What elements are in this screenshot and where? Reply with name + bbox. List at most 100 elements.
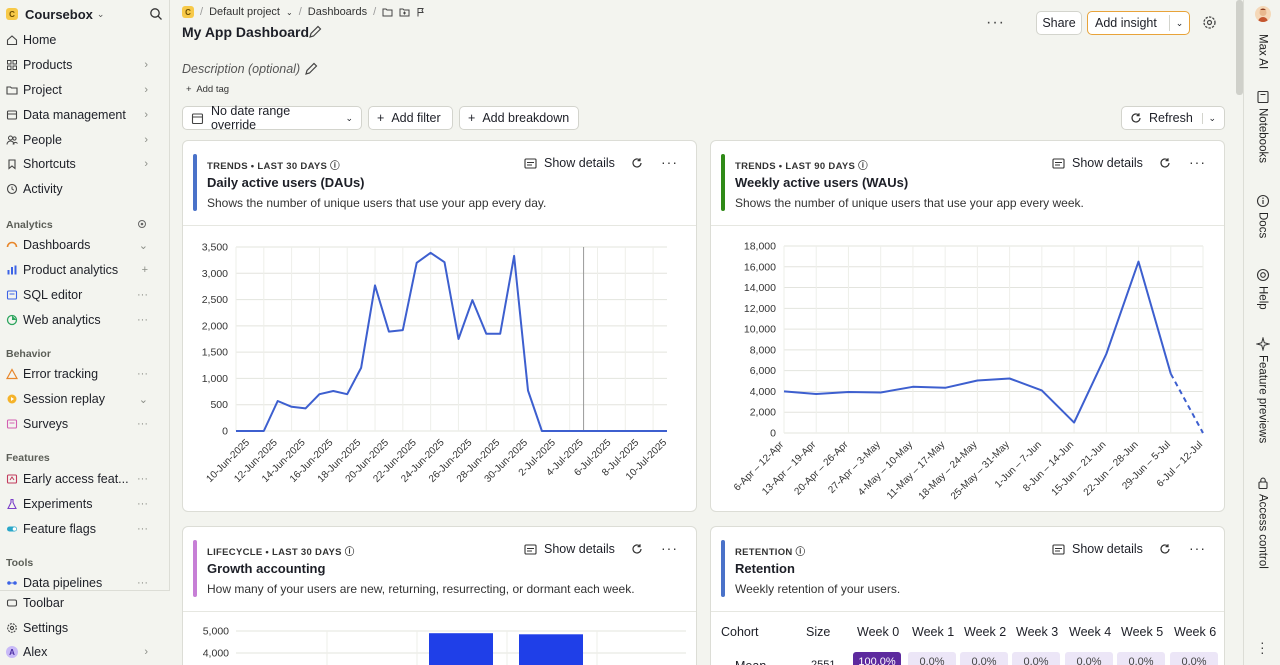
- more-options-icon[interactable]: ···: [661, 154, 678, 170]
- sidebar-item-session-replay[interactable]: Session replay ⌄: [0, 388, 170, 410]
- sidebar-item-surveys[interactable]: Surveys ···: [0, 413, 170, 435]
- y-tick-label: 2,000: [202, 320, 228, 332]
- item-trailing-control[interactable]: ›: [144, 134, 148, 146]
- chevron-down-icon: ⌄: [286, 7, 293, 17]
- flag-icon[interactable]: [416, 7, 426, 17]
- add-tag-button[interactable]: + Add tag: [186, 84, 229, 95]
- show-details-button[interactable]: Show details: [524, 156, 615, 170]
- sidebar-item-activity[interactable]: Activity: [0, 178, 170, 200]
- sidebar-item-dashboards[interactable]: Dashboards ⌄: [0, 234, 170, 256]
- sidebar-item-experiments[interactable]: Experiments ···: [0, 493, 170, 515]
- rail-notebooks[interactable]: Notebooks: [1244, 90, 1280, 163]
- retention-cell: 0.0%: [908, 652, 956, 665]
- add-breakdown-button[interactable]: + Add breakdown: [459, 106, 579, 130]
- retention-header: Week 1: [912, 625, 955, 639]
- item-trailing-control[interactable]: ›: [144, 59, 148, 71]
- chevron-down-icon[interactable]: ⌄: [1169, 15, 1189, 31]
- sidebar-item-label: Activity: [23, 182, 63, 196]
- sidebar-item-error-tracking[interactable]: Error tracking ···: [0, 363, 170, 385]
- rail-label: Docs: [1256, 212, 1269, 239]
- item-trailing-control[interactable]: ›: [144, 158, 148, 170]
- sidebar-item-shortcuts[interactable]: Shortcuts ›: [0, 153, 170, 175]
- rail-max-ai[interactable]: Max AI: [1244, 30, 1280, 69]
- breadcrumb: C / Default project ⌄ / Dashboards /: [182, 6, 426, 18]
- card-title[interactable]: Retention: [735, 561, 795, 576]
- item-trailing-control[interactable]: ···: [137, 314, 148, 326]
- item-trailing-control[interactable]: ···: [137, 577, 148, 589]
- item-trailing-control[interactable]: ⌄: [139, 239, 148, 252]
- sidebar-item-people[interactable]: People ›: [0, 129, 170, 151]
- sidebar-item-sql-editor[interactable]: SQL editor ···: [0, 284, 170, 306]
- sidebar-item-settings[interactable]: Settings: [0, 617, 170, 639]
- show-details-button[interactable]: Show details: [524, 542, 615, 556]
- sidebar-item-feature-flags[interactable]: Feature flags ···: [0, 518, 170, 540]
- rail-feature-previews[interactable]: Feature previews: [1244, 337, 1280, 443]
- folder-plus-icon[interactable]: [399, 7, 410, 17]
- item-trailing-control[interactable]: ···: [137, 498, 148, 510]
- show-details-button[interactable]: Show details: [1052, 156, 1143, 170]
- card-kicker: TRENDS • LAST 30 DAYS ⓘ: [207, 161, 340, 172]
- y-tick-label: 18,000: [744, 241, 776, 253]
- item-trailing-control[interactable]: ⌄: [139, 393, 148, 406]
- gear-icon: [6, 622, 18, 634]
- pencil-icon[interactable]: [308, 25, 322, 39]
- sidebar-item-web-analytics[interactable]: Web analytics ···: [0, 309, 170, 331]
- item-trailing-control[interactable]: ···: [137, 523, 148, 535]
- gear-icon[interactable]: [1202, 15, 1217, 30]
- retention-cell: 100.0%: [853, 652, 901, 665]
- rail-help[interactable]: Help: [1244, 268, 1280, 310]
- pencil-icon[interactable]: [304, 62, 318, 76]
- y-tick-label: 1,500: [202, 347, 228, 359]
- x-tick-label: 25-May – 31-May: [949, 439, 1012, 502]
- sidebar-item-product-analytics[interactable]: Product analytics +: [0, 259, 170, 281]
- org-switcher[interactable]: C Coursebox ⌄: [0, 0, 169, 28]
- refresh-icon[interactable]: [631, 157, 643, 169]
- refresh-icon[interactable]: [1159, 543, 1171, 555]
- more-options-icon[interactable]: ···: [986, 14, 1005, 32]
- add-filter-button[interactable]: + Add filter: [368, 106, 453, 130]
- sidebar-item-data-management[interactable]: Data management ›: [0, 104, 170, 126]
- sidebar-item-products[interactable]: Products ›: [0, 54, 170, 76]
- rail-docs[interactable]: Docs: [1244, 194, 1280, 238]
- sidebar-item-account[interactable]: A Alex ›: [0, 641, 170, 663]
- more-options-icon[interactable]: ···: [1189, 154, 1206, 170]
- add-insight-button[interactable]: Add insight ⌄: [1087, 11, 1190, 35]
- breadcrumb-project[interactable]: Default project: [209, 6, 280, 18]
- date-range-select[interactable]: No date range override ⌄: [182, 104, 362, 132]
- item-trailing-control[interactable]: +: [142, 264, 148, 276]
- y-tick-label: 500: [210, 399, 228, 411]
- rail-access-control[interactable]: Access control: [1244, 476, 1280, 569]
- sidebar-item-label: Dashboards: [23, 238, 91, 252]
- breadcrumb-dashboards[interactable]: Dashboards: [308, 6, 367, 18]
- card-title[interactable]: Daily active users (DAUs): [207, 175, 365, 190]
- refresh-button[interactable]: Refresh ⌄: [1121, 106, 1225, 130]
- chevron-down-icon[interactable]: ⌄: [1202, 112, 1216, 124]
- scrollbar[interactable]: [1236, 0, 1243, 95]
- card-title[interactable]: Growth accounting: [207, 561, 325, 576]
- item-trailing-control[interactable]: ›: [144, 109, 148, 121]
- item-trailing-control[interactable]: ···: [137, 473, 148, 485]
- sidebar-item-toolbar[interactable]: Toolbar: [0, 592, 170, 614]
- item-trailing-control[interactable]: ›: [144, 84, 148, 96]
- more-options-icon[interactable]: ···: [661, 540, 678, 556]
- max-ai-avatar[interactable]: [1255, 6, 1271, 22]
- more-options-icon[interactable]: ···: [1189, 540, 1206, 556]
- more-vertical-icon[interactable]: · · ·: [1260, 635, 1265, 659]
- card-title[interactable]: Weekly active users (WAUs): [735, 175, 908, 190]
- show-details-label: Show details: [1072, 542, 1143, 556]
- item-trailing-control[interactable]: ···: [137, 289, 148, 301]
- folder-open-icon[interactable]: [382, 7, 393, 17]
- chevron-right-icon: ›: [144, 646, 148, 658]
- settings-icon[interactable]: [137, 219, 147, 229]
- search-icon[interactable]: [149, 7, 163, 21]
- item-trailing-control[interactable]: ···: [137, 418, 148, 430]
- refresh-icon[interactable]: [631, 543, 643, 555]
- sidebar-item-home[interactable]: Home: [0, 29, 170, 51]
- description-field[interactable]: Description (optional): [182, 62, 300, 76]
- sidebar-item-early-access-feat[interactable]: Early access feat... ···: [0, 468, 170, 490]
- item-trailing-control[interactable]: ···: [137, 368, 148, 380]
- sidebar-item-project[interactable]: Project ›: [0, 79, 170, 101]
- show-details-button[interactable]: Show details: [1052, 542, 1143, 556]
- share-button[interactable]: Share: [1036, 11, 1082, 35]
- refresh-icon[interactable]: [1159, 157, 1171, 169]
